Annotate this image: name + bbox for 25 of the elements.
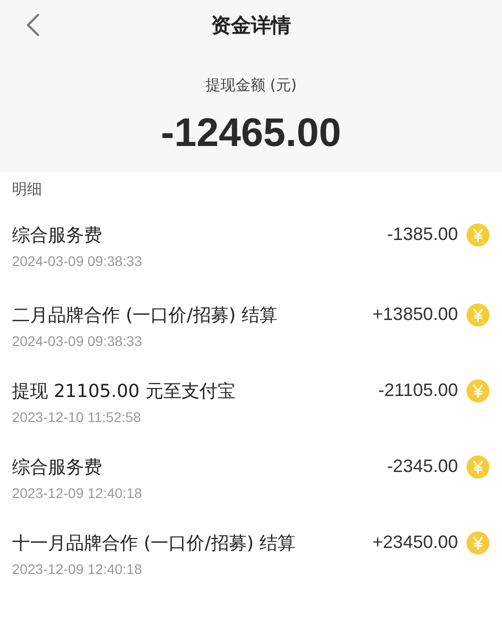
- coin-icon: [466, 303, 490, 327]
- amount-label: 提现金额 (元): [205, 76, 297, 95]
- section-title: 明细: [11, 179, 43, 199]
- back-icon[interactable]: [26, 13, 40, 37]
- record-time: 2023-12-09 12:40:18: [12, 485, 143, 501]
- record-amount: -1385.00: [386, 224, 458, 245]
- page-title: 资金详情: [211, 12, 291, 38]
- record-time: 2023-12-10 11:52:58: [12, 409, 142, 425]
- coin-icon: [466, 455, 490, 479]
- record-amount: +13850.00: [372, 304, 458, 325]
- record-time: 2024-03-09 09:38:33: [12, 253, 143, 269]
- coin-icon: [466, 379, 490, 403]
- record-amount: +23450.00: [372, 532, 458, 553]
- record-time: 2023-12-09 12:40:18: [12, 561, 143, 577]
- total-amount: -12465.00: [160, 111, 342, 156]
- coin-icon: [466, 531, 490, 555]
- record-title: 综合服务费: [12, 224, 103, 247]
- record-title: 十一月品牌合作 (一口价/招募) 结算: [12, 532, 297, 555]
- coin-icon: [466, 223, 490, 247]
- record-amount: -21105.00: [378, 380, 458, 401]
- record-title: 综合服务费: [12, 456, 103, 479]
- record-title: 提现 21105.00 元至支付宝: [12, 380, 236, 403]
- record-time: 2024-03-09 09:38:33: [12, 333, 143, 349]
- record-title: 二月品牌合作 (一口价/招募) 结算: [12, 304, 279, 327]
- record-amount: -2345.00: [386, 456, 458, 477]
